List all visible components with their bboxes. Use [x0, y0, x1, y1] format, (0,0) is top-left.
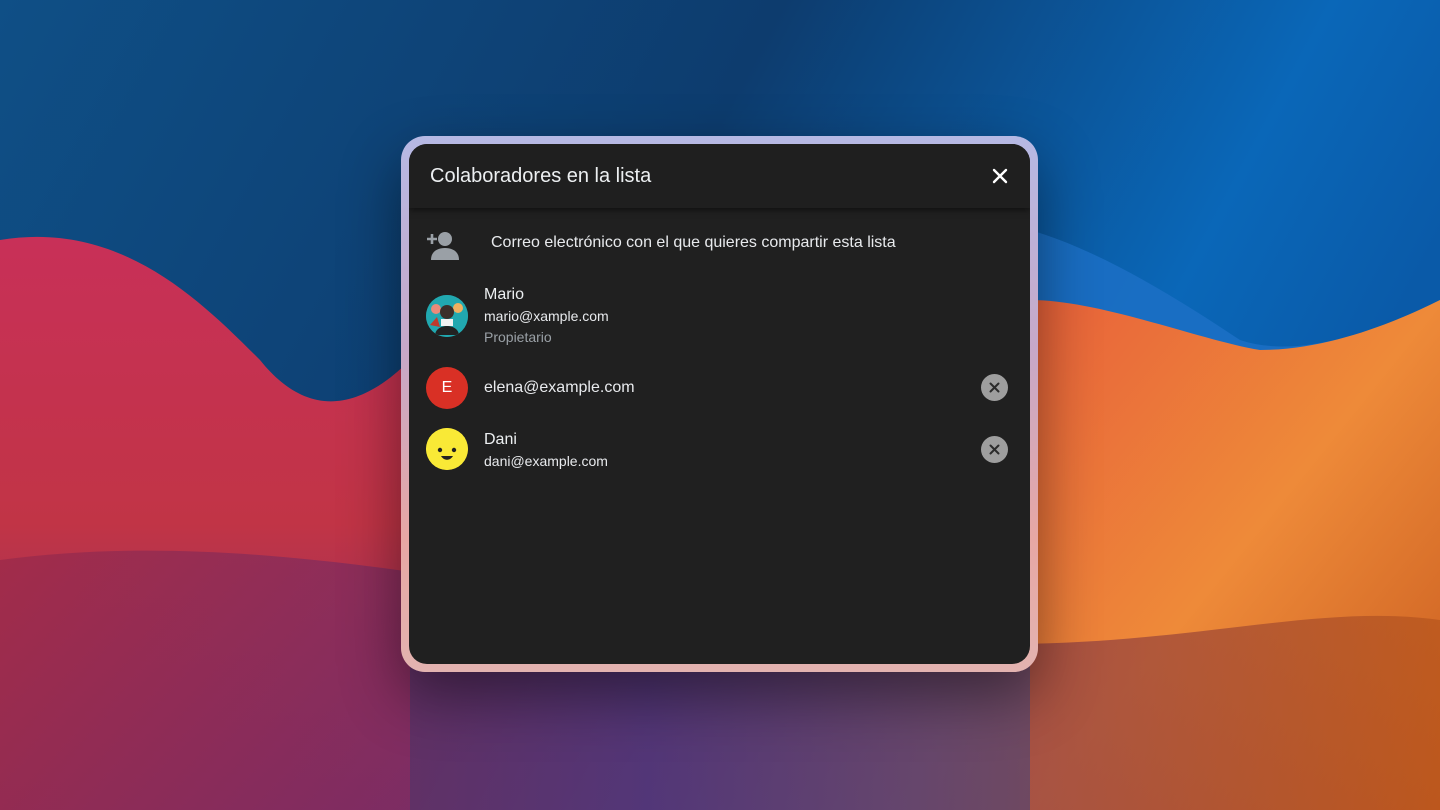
close-button[interactable]: [986, 162, 1014, 190]
collaborator-item: E elena@example.com: [409, 364, 1030, 414]
remove-collaborator-button[interactable]: [981, 436, 1008, 463]
collaborators-dialog: Colaboradores en la lista Correo electró…: [409, 144, 1030, 664]
avatar: E: [426, 367, 468, 409]
remove-collaborator-button[interactable]: [981, 374, 1008, 401]
share-email-input[interactable]: [491, 232, 991, 254]
dialog-header: Colaboradores en la lista: [409, 144, 1030, 208]
collaborator-email: dani@example.com: [484, 453, 608, 469]
close-icon: [989, 382, 1000, 393]
person-add-icon: [427, 232, 459, 260]
collaborator-email: mario@xample.com: [484, 308, 609, 324]
smiley-avatar-icon: [426, 428, 468, 470]
collaborator-item: Dani dani@example.com: [409, 426, 1030, 476]
close-icon: [989, 444, 1000, 455]
close-icon: [992, 168, 1008, 184]
collaborator-name: Mario: [484, 286, 525, 303]
collaborator-role: Propietario: [484, 329, 552, 345]
collaborator-item: Mario mario@xample.com Propietario: [409, 280, 1030, 350]
collaborator-email: elena@example.com: [484, 379, 635, 396]
dialog-title: Colaboradores en la lista: [430, 165, 652, 187]
photo-avatar-icon: [426, 295, 468, 337]
share-row: [409, 224, 1030, 264]
avatar-letter: E: [441, 379, 453, 396]
avatar: [426, 295, 468, 337]
collaborator-name: Dani: [484, 431, 517, 448]
avatar: [426, 428, 468, 470]
